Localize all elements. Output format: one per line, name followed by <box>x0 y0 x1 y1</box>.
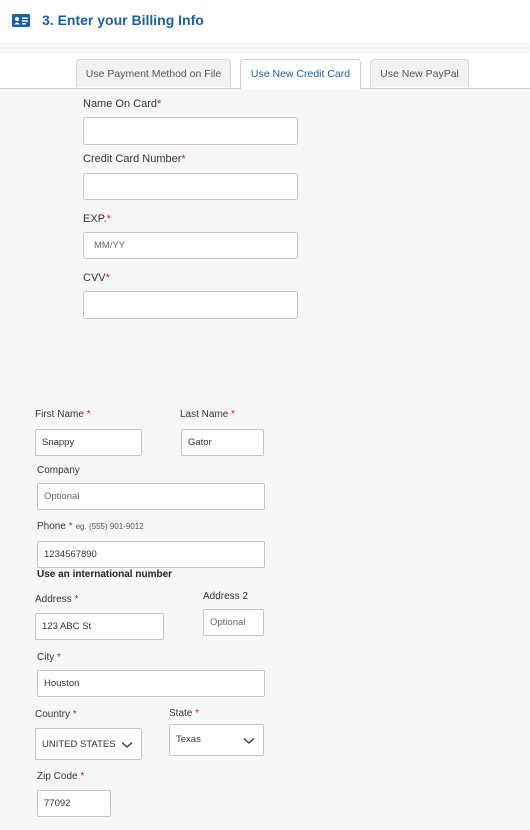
state-select[interactable]: Texas <box>169 724 264 756</box>
billing-header: 3. Enter your Billing Info <box>0 0 530 42</box>
header-divider-band <box>0 42 530 54</box>
section-title: 3. Enter your Billing Info <box>42 12 204 28</box>
tab-new-paypal[interactable]: Use New PayPal <box>370 59 469 87</box>
country-select[interactable]: UNITED STATES <box>35 728 142 760</box>
cvv-field[interactable] <box>83 291 298 319</box>
exp-field[interactable]: MM/YY <box>83 232 298 259</box>
state-select-value: Texas <box>176 734 201 745</box>
first-name-label: First Name * <box>35 409 91 420</box>
company-field[interactable]: Optional <box>37 483 265 510</box>
first-name-field[interactable]: Snappy <box>35 429 142 456</box>
international-number-link[interactable]: Use an international number <box>37 569 172 580</box>
exp-label: EXP.* <box>83 213 111 225</box>
billing-form-panel: Name On Card* Credit Card Number* EXP.* … <box>0 89 530 830</box>
address2-field[interactable]: Optional <box>203 609 264 636</box>
city-field[interactable]: Houston <box>37 670 265 697</box>
zip-field[interactable]: 77092 <box>37 790 111 817</box>
cvv-label: CVV* <box>83 272 110 284</box>
name-on-card-label: Name On Card* <box>83 98 162 110</box>
zip-label: Zip Code * <box>37 771 85 782</box>
tab-new-credit-card[interactable]: Use New Credit Card <box>240 59 361 89</box>
payment-tabs: Use Payment Method on File Use New Credi… <box>0 54 530 89</box>
country-label: Country * <box>35 709 77 720</box>
last-name-label: Last Name * <box>180 409 236 420</box>
company-label: Company <box>37 465 80 476</box>
chevron-down-icon <box>243 738 255 744</box>
chevron-down-icon <box>121 742 133 748</box>
phone-field[interactable]: 1234567890 <box>37 541 265 568</box>
id-card-icon <box>12 14 30 27</box>
address-field[interactable]: 123 ABC St <box>35 613 164 640</box>
card-number-field[interactable] <box>83 173 298 200</box>
phone-label: Phone * eg. (555) 901-9012 <box>37 521 144 532</box>
country-select-value: UNITED STATES <box>42 739 116 750</box>
address-label: Address * <box>35 594 79 605</box>
tab-payment-on-file[interactable]: Use Payment Method on File <box>76 59 231 87</box>
state-label: State * <box>169 708 200 719</box>
name-on-card-field[interactable] <box>83 117 298 145</box>
card-number-label: Credit Card Number* <box>83 153 186 165</box>
last-name-field[interactable]: Gator <box>181 429 264 456</box>
city-label: City * <box>37 652 61 663</box>
address2-label: Address 2 <box>203 591 249 602</box>
